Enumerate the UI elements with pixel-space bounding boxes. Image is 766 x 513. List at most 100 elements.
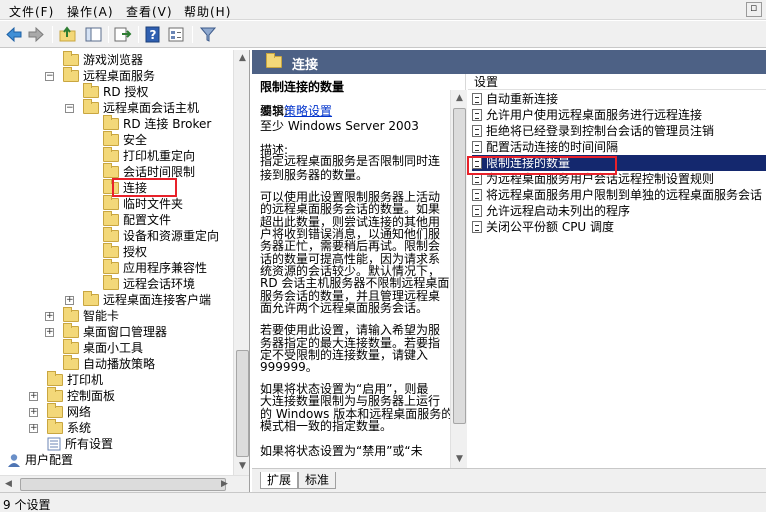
tree-item-label: 配置文件 bbox=[123, 213, 172, 227]
tree-item[interactable]: 打印机 bbox=[47, 371, 104, 388]
tree-item[interactable]: 桌面小工具 bbox=[63, 339, 143, 356]
folder-icon bbox=[63, 339, 79, 354]
folder-icon bbox=[63, 51, 79, 66]
all-settings-icon bbox=[47, 437, 61, 451]
settings-list[interactable]: 设置 自动重新连接允许用户使用远程桌面服务进行远程连接 拒绝将已经登录到控制台会话… bbox=[468, 74, 766, 468]
tree-item[interactable]: 远程会话环境 bbox=[103, 275, 195, 292]
tab-extended[interactable]: 扩展 bbox=[260, 472, 299, 489]
tree-item[interactable]: 所有设置 bbox=[47, 436, 113, 452]
folder-icon bbox=[103, 259, 119, 274]
scroll-up-arrow-icon[interactable]: ▲ bbox=[234, 50, 249, 67]
menu-view[interactable]: 查看(V) bbox=[126, 3, 173, 20]
export-list-button[interactable] bbox=[113, 25, 133, 44]
setting-label: 允许用户使用远程桌面服务进行远程连接 bbox=[486, 108, 703, 122]
toolbar-separator bbox=[138, 26, 139, 43]
policy-setting-icon bbox=[472, 221, 482, 233]
policy-setting-icon bbox=[472, 125, 482, 137]
tree-item[interactable]: 设备和资源重定向 bbox=[103, 227, 219, 244]
tree-item[interactable]: 游戏浏览器 bbox=[63, 51, 143, 68]
scroll-right-arrow-icon[interactable]: ▶ bbox=[216, 476, 233, 492]
console-tree[interactable]: 游戏浏览器 − 远程桌面服务 RD 授权 − 远程桌面会话主机 RD 连接 Broker 安全… bbox=[0, 50, 250, 492]
description-line: 要求: bbox=[260, 104, 289, 118]
filter-button[interactable] bbox=[198, 25, 218, 44]
setting-row[interactable]: 配置活动连接的时间间隔 bbox=[472, 139, 766, 155]
folder-icon bbox=[103, 163, 119, 178]
help-button[interactable]: ? bbox=[143, 25, 163, 44]
tree-item-label: 所有设置 bbox=[65, 437, 114, 451]
tree-item-label: 应用程序兼容性 bbox=[123, 261, 208, 275]
tree-horizontal-scrollbar[interactable]: ◀ ▶ bbox=[0, 475, 249, 492]
setting-label: 自动重新连接 bbox=[486, 92, 559, 106]
tree-item-label: 自动播放策略 bbox=[83, 357, 156, 371]
setting-row[interactable]: 允许用户使用远程桌面服务进行远程连接 bbox=[472, 107, 766, 123]
tree-item-label: 打印机重定向 bbox=[123, 149, 196, 163]
edit-policy-link[interactable]: 策略设置 bbox=[284, 104, 332, 118]
tree-item[interactable]: + 桌面窗口管理器 bbox=[45, 323, 167, 340]
setting-row[interactable]: 关闭公平份额 CPU 调度 bbox=[472, 219, 766, 235]
expand-icon[interactable]: + bbox=[29, 408, 38, 417]
tree-item[interactable]: 安全 bbox=[103, 131, 147, 148]
expand-icon[interactable]: + bbox=[29, 424, 38, 433]
list-column-header[interactable]: 设置 bbox=[468, 74, 766, 90]
tree-item[interactable]: + 远程桌面连接客户端 bbox=[65, 291, 211, 308]
up-level-button[interactable] bbox=[58, 25, 78, 44]
show-hide-tree-button[interactable] bbox=[84, 25, 104, 44]
expand-icon[interactable]: + bbox=[45, 328, 54, 337]
tree-item[interactable]: RD 授权 bbox=[83, 83, 149, 100]
tree-hscroll-thumb[interactable] bbox=[20, 478, 226, 491]
tree-item[interactable]: 授权 bbox=[103, 243, 147, 260]
tree-item[interactable]: 配置文件 bbox=[103, 211, 172, 228]
expand-icon[interactable]: + bbox=[29, 392, 38, 401]
collapse-icon[interactable]: − bbox=[45, 72, 54, 81]
details-header-title: 连接 bbox=[292, 58, 319, 73]
tree-item[interactable]: − 远程桌面服务 bbox=[45, 67, 155, 84]
scroll-down-arrow-icon[interactable]: ▼ bbox=[451, 451, 468, 468]
menu-action[interactable]: 操作(A) bbox=[67, 3, 114, 20]
scroll-down-arrow-icon[interactable]: ▼ bbox=[234, 458, 249, 475]
expand-icon[interactable]: + bbox=[45, 312, 54, 321]
tree-item[interactable]: + 网络 bbox=[29, 403, 91, 420]
tree-scroll-thumb[interactable] bbox=[236, 350, 249, 457]
folder-up-icon bbox=[59, 26, 76, 42]
folder-icon bbox=[103, 195, 119, 210]
folder-icon bbox=[103, 275, 119, 290]
tree-item[interactable]: + 系统 bbox=[29, 419, 91, 436]
properties-icon bbox=[168, 27, 184, 42]
highlight-box bbox=[112, 178, 177, 197]
tree-item[interactable]: 自动播放策略 bbox=[63, 355, 156, 372]
tree-item[interactable]: 应用程序兼容性 bbox=[103, 259, 208, 276]
tree-item[interactable]: − 远程桌面会话主机 bbox=[65, 99, 199, 116]
tree-item[interactable]: 临时文件夹 bbox=[103, 195, 183, 212]
menu-file[interactable]: 文件(F) bbox=[9, 3, 54, 20]
tree-item[interactable]: + 控制面板 bbox=[29, 387, 115, 404]
forward-button[interactable] bbox=[26, 25, 46, 44]
tree-vertical-scrollbar[interactable]: ▲ ▼ bbox=[233, 50, 249, 475]
tab-standard[interactable]: 标准 bbox=[298, 472, 337, 489]
back-arrow-icon bbox=[6, 26, 22, 43]
back-button[interactable] bbox=[4, 25, 24, 44]
setting-row[interactable]: 自动重新连接 bbox=[472, 91, 766, 107]
setting-row[interactable]: 将远程桌面服务用户限制到单独的远程桌面服务会话 bbox=[472, 187, 766, 203]
tree-item[interactable]: 打印机重定向 bbox=[103, 147, 196, 164]
restore-icon: ▫ bbox=[750, 1, 759, 14]
tree-item-label: RD 授权 bbox=[103, 85, 149, 99]
tree-item[interactable]: RD 连接 Broker bbox=[103, 115, 211, 132]
properties-view-button[interactable] bbox=[166, 25, 186, 44]
setting-row[interactable]: 拒绝将已经登录到控制台会话的管理员注销 bbox=[472, 123, 766, 139]
tree-item-label: 打印机 bbox=[67, 373, 104, 387]
toolbar-separator bbox=[52, 26, 53, 43]
window-restore-button[interactable]: ▫ bbox=[746, 1, 762, 17]
menu-help[interactable]: 帮助(H) bbox=[184, 3, 231, 20]
setting-label: 关闭公平份额 CPU 调度 bbox=[486, 220, 615, 234]
scroll-up-arrow-icon[interactable]: ▲ bbox=[451, 90, 468, 107]
svg-text:?: ? bbox=[150, 28, 157, 42]
setting-row[interactable]: 允许远程启动未列出的程序 bbox=[472, 203, 766, 219]
policy-setting-icon bbox=[472, 205, 482, 217]
expand-icon[interactable]: + bbox=[65, 296, 74, 305]
collapse-icon[interactable]: − bbox=[65, 104, 74, 113]
description-scroll-thumb[interactable] bbox=[453, 108, 466, 424]
tree-item[interactable]: −用户配置 bbox=[7, 452, 73, 468]
scroll-left-arrow-icon[interactable]: ◀ bbox=[0, 476, 17, 492]
tree-item[interactable]: + 智能卡 bbox=[45, 307, 119, 324]
description-vertical-scrollbar[interactable]: ▲ ▼ bbox=[450, 90, 467, 468]
